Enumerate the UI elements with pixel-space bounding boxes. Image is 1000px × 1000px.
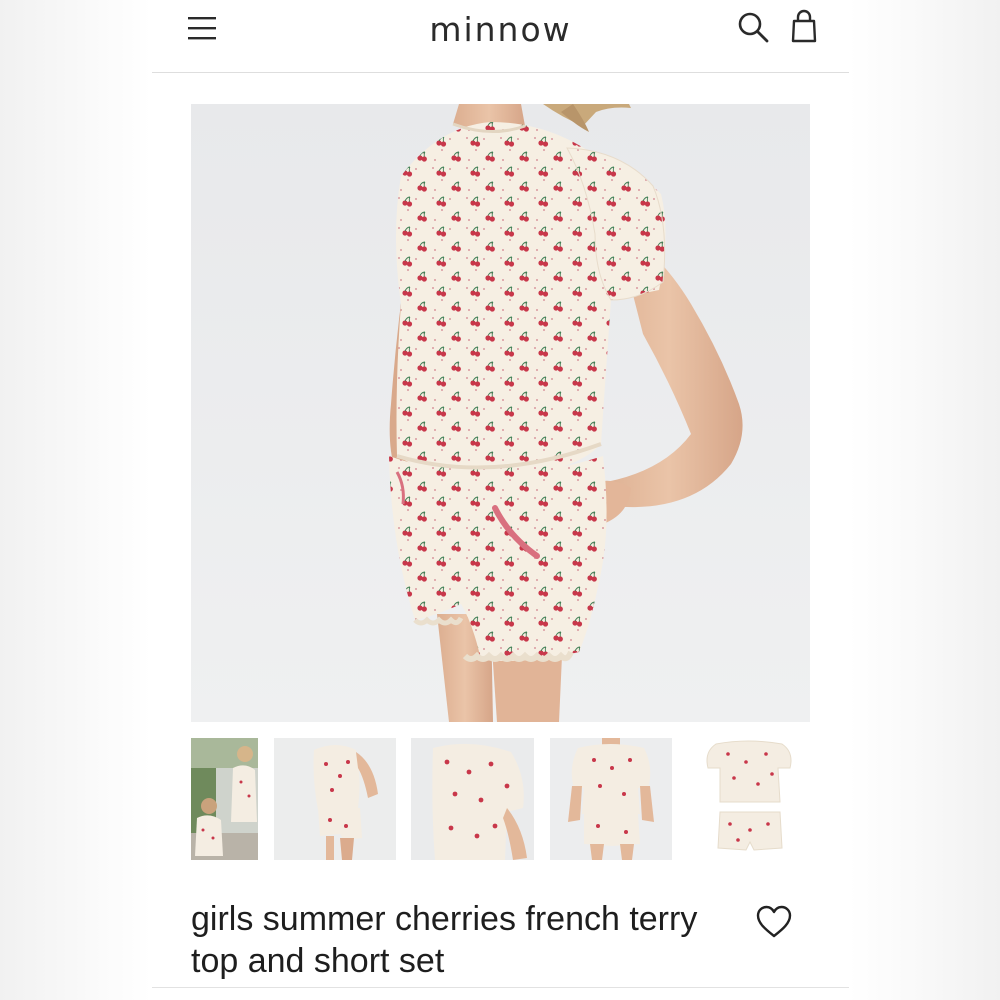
product-title-line-1: girls summer cherries french terry bbox=[191, 900, 698, 938]
thumbnail-5[interactable] bbox=[688, 738, 810, 860]
thumbnail-3[interactable] bbox=[411, 738, 534, 860]
phone-screen: minnow girls summer cherries french terr… bbox=[152, 0, 849, 1000]
site-header: minnow bbox=[152, 0, 849, 73]
search-icon[interactable] bbox=[736, 10, 770, 44]
right-backdrop bbox=[848, 0, 1000, 1000]
divider bbox=[152, 987, 849, 988]
thumbnail-1[interactable] bbox=[191, 738, 258, 860]
heart-outline-icon[interactable] bbox=[755, 904, 793, 940]
thumbnail-strip bbox=[152, 738, 849, 862]
left-backdrop bbox=[0, 0, 152, 1000]
thumbnail-4[interactable] bbox=[550, 738, 672, 860]
product-title-line-2: top and short set bbox=[191, 942, 445, 980]
shopping-bag-icon[interactable] bbox=[790, 9, 818, 45]
product-main-image[interactable] bbox=[191, 104, 810, 722]
product-title: girls summer cherries french terry top a… bbox=[191, 898, 751, 982]
thumbnail-2[interactable] bbox=[274, 738, 396, 860]
